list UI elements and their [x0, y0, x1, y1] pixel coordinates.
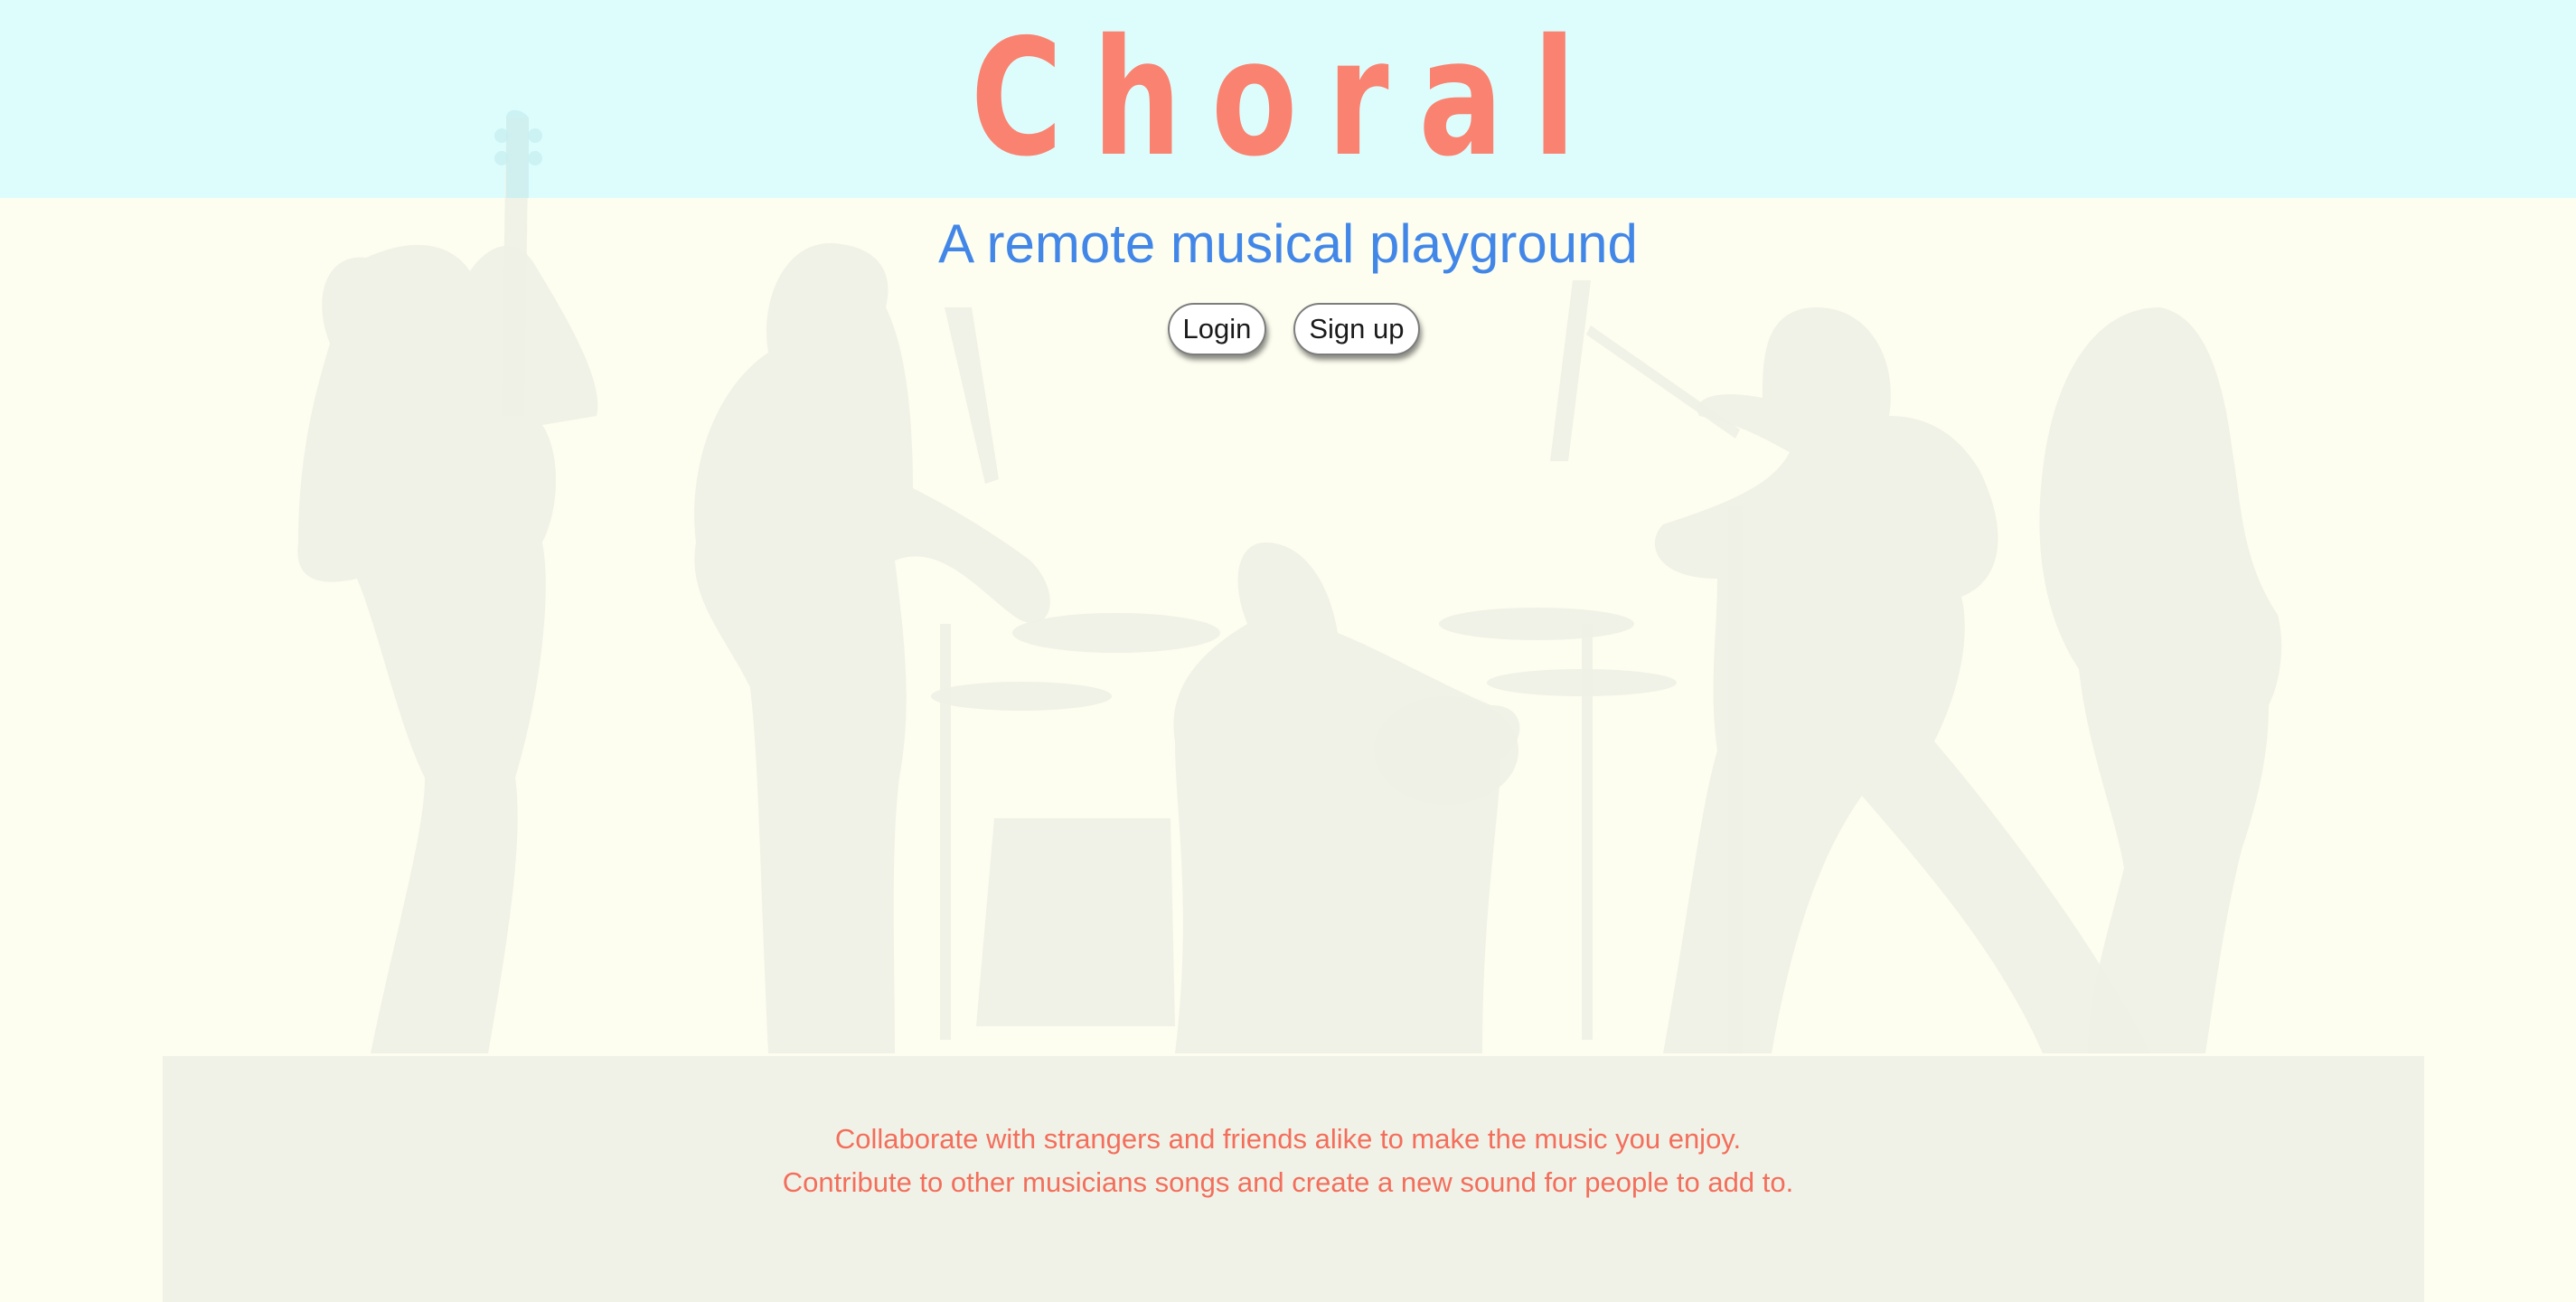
landing-page: Choral A remote musical playground Login…: [0, 0, 2576, 1302]
description-line-2: Contribute to other musicians songs and …: [782, 1166, 1794, 1198]
login-button[interactable]: Login: [1167, 303, 1267, 355]
band-silhouette-background: [163, 109, 2424, 1302]
description: Collaborate with strangers and friends a…: [0, 1118, 2576, 1204]
tagline: A remote musical playground: [938, 213, 1638, 274]
auth-buttons: Login Sign up: [0, 303, 2576, 355]
app-logo: Choral: [970, 5, 1606, 192]
description-line-1: Collaborate with strangers and friends a…: [834, 1123, 1742, 1155]
signup-button[interactable]: Sign up: [1293, 303, 1420, 355]
